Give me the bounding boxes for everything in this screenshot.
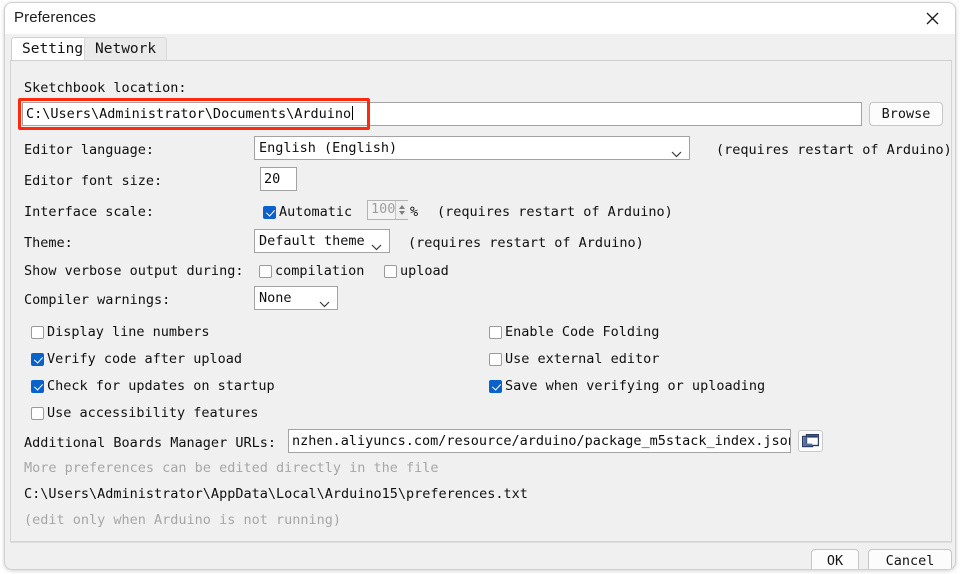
interface-scale-label: Interface scale: [24,204,154,220]
dialog-button-bar: OK Cancel [10,542,952,570]
footer-edit-warning-text: (edit only when Arduino is not running) [24,512,341,528]
checkbox-box [31,380,44,393]
verbose-compilation-checkbox[interactable]: compilation [259,263,364,279]
checkbox-box [31,326,44,339]
checkbox-box [31,353,44,366]
option-label: Enable Code Folding [505,324,659,340]
boards-manager-urls-input[interactable]: nzhen.aliyuncs.com/resource/arduino/pack… [288,429,791,453]
theme-value: Default theme [259,230,365,252]
interface-scale-percent: % [410,204,418,220]
interface-scale-note: (requires restart of Arduino) [437,204,673,220]
window-title: Preferences [14,9,96,26]
interface-scale-stepper[interactable]: 100 [367,200,408,220]
editor-font-size-label: Editor font size: [24,173,162,189]
interface-scale-automatic-label: Automatic [279,204,352,220]
checkbox-box [384,265,397,278]
compiler-warnings-select[interactable]: None [254,286,338,310]
footer-preferences-file-path: C:\Users\Administrator\AppData\Local\Ard… [24,486,528,502]
editor-language-value: English (English) [259,137,397,159]
stepper-up-icon [399,205,405,209]
editor-language-select[interactable]: English (English) [254,136,690,160]
option-label: Save when verifying or uploading [505,378,765,394]
option-label: Verify code after upload [47,351,242,367]
option-use-external-editor[interactable]: Use external editor [489,351,659,367]
chevron-down-icon [319,296,330,312]
editor-language-label: Editor language: [24,142,154,158]
sketchbook-location-label: Sketchbook location: [24,80,187,96]
stepper-arrows[interactable] [395,201,408,219]
checkbox-box [259,265,272,278]
editor-language-note: (requires restart of Arduino) [716,142,952,158]
option-check-for-updates-on-startup[interactable]: Check for updates on startup [31,378,275,394]
checkbox-box [489,380,502,393]
browse-button[interactable]: Browse [869,102,943,126]
compiler-warnings-value: None [259,287,292,309]
option-verify-code-after-upload[interactable]: Verify code after upload [31,351,242,367]
footer-more-preferences-text: More preferences can be edited directly … [24,460,439,476]
compiler-warnings-label: Compiler warnings: [24,292,170,308]
stepper-down-icon [399,211,405,215]
sketchbook-location-input[interactable]: C:\Users\Administrator\Documents\Arduino [22,102,862,126]
tab-strip: Settings Network [5,34,955,61]
text-caret [352,106,353,120]
title-bar: Preferences [5,3,955,34]
settings-panel: Sketchbook location: C:\Users\Administra… [10,60,952,542]
verbose-compilation-label: compilation [275,263,364,279]
option-label: Use accessibility features [47,405,258,421]
theme-note: (requires restart of Arduino) [408,235,644,251]
ok-button[interactable]: OK [811,549,859,570]
tab-network[interactable]: Network [84,37,167,61]
option-label: Display line numbers [47,324,210,340]
option-label: Use external editor [505,351,659,367]
option-save-when-verifying-or-uploading[interactable]: Save when verifying or uploading [489,378,765,394]
verbose-upload-label: upload [400,263,449,279]
editor-font-size-input[interactable]: 20 [260,167,297,191]
interface-scale-automatic-checkbox[interactable]: Automatic [263,204,352,220]
option-enable-code-folding[interactable]: Enable Code Folding [489,324,659,340]
interface-scale-value: 100 [368,201,395,219]
theme-label: Theme: [24,235,73,251]
close-icon[interactable] [915,6,949,31]
verbose-output-label: Show verbose output during: [24,263,243,279]
checkbox-box [31,407,44,420]
option-use-accessibility-features[interactable]: Use accessibility features [31,405,258,421]
cancel-button[interactable]: Cancel [868,549,952,570]
chevron-down-icon [371,239,382,255]
checkbox-box [263,206,276,219]
checkbox-box [489,326,502,339]
chevron-down-icon [671,146,682,162]
sketchbook-location-value: C:\Users\Administrator\Documents\Arduino [26,106,351,122]
preferences-dialog: Preferences Settings Network Sketchbook … [4,2,956,570]
open-window-icon[interactable] [798,430,823,452]
option-label: Check for updates on startup [47,378,275,394]
boards-manager-urls-label: Additional Boards Manager URLs: [24,435,276,451]
theme-select[interactable]: Default theme [254,229,390,253]
checkbox-box [489,353,502,366]
option-display-line-numbers[interactable]: Display line numbers [31,324,210,340]
verbose-upload-checkbox[interactable]: upload [384,263,449,279]
